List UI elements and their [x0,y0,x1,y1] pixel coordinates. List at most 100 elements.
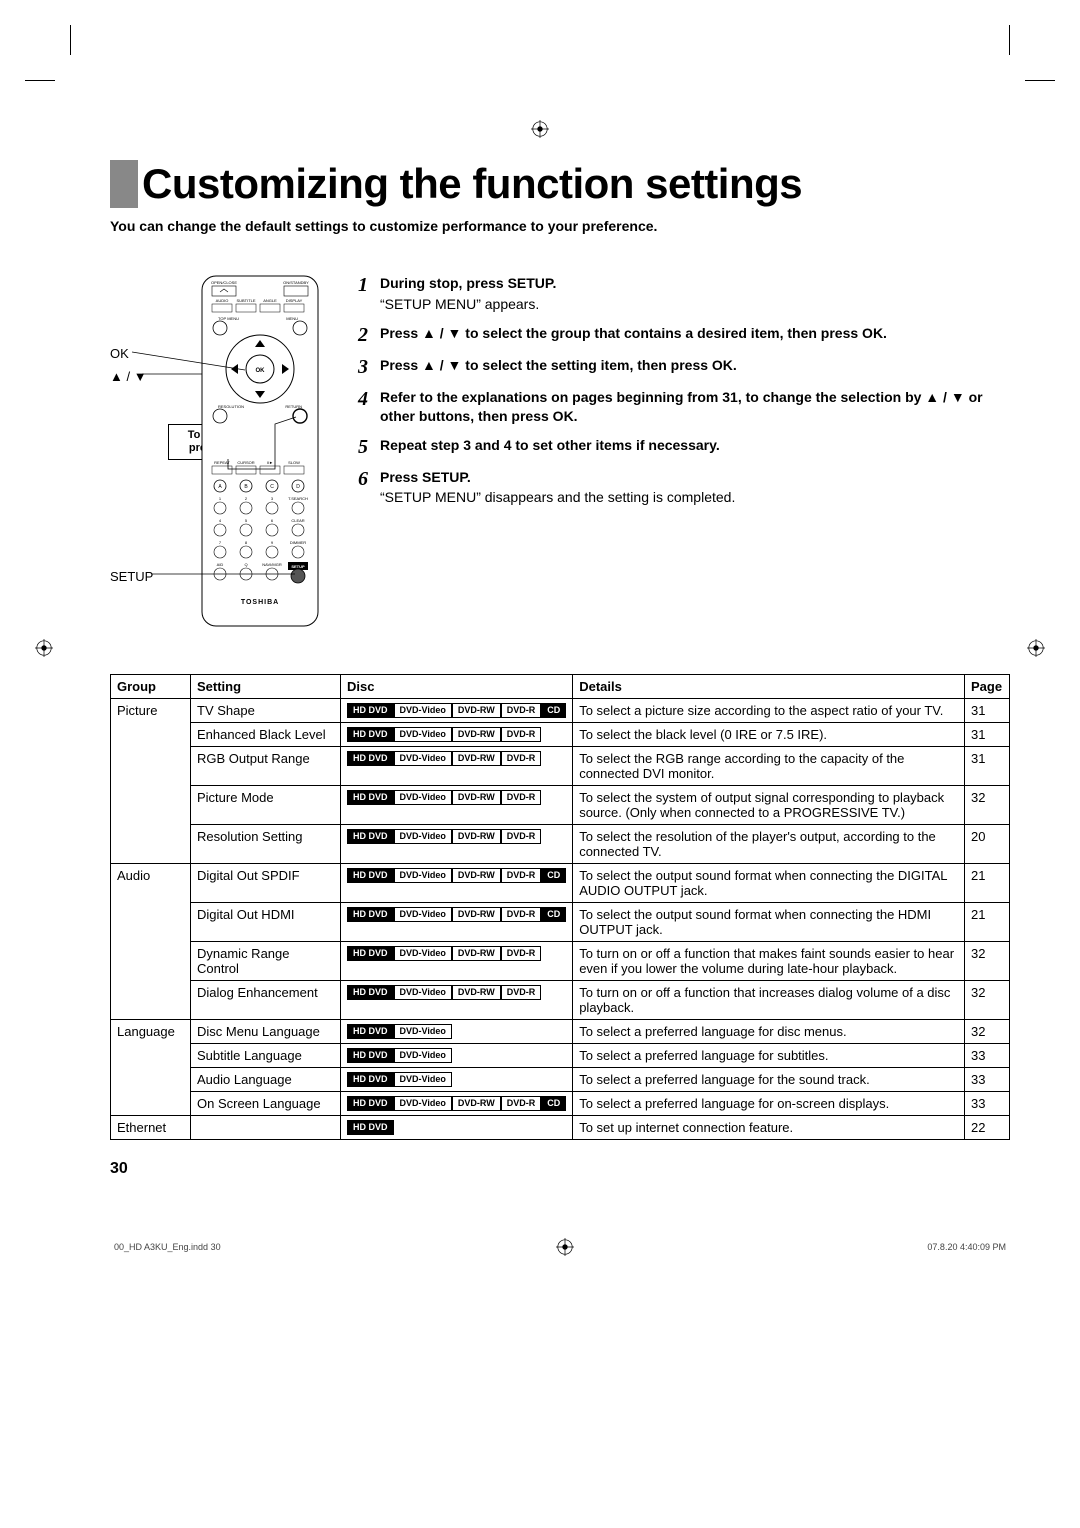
disc-tag-hddvd: HD DVD [347,727,394,742]
disc-tag-hddvd: HD DVD [347,868,394,883]
remote-label-setup: SETUP [110,569,153,584]
cell-disc: HD DVDDVD-VideoDVD-RWDVD-R [341,825,573,864]
step-item: 5 Repeat step 3 and 4 to set other items … [350,436,1010,458]
cell-disc: HD DVDDVD-VideoDVD-RWDVD-RCD [341,903,573,942]
cell-page: 32 [965,1020,1010,1044]
cell-page: 31 [965,699,1010,723]
cell-page: 33 [965,1092,1010,1116]
svg-text:D: D [296,484,300,490]
remote-control-icon: OPEN/CLOSE ON/STANDBY AUDIO SUBTITLE ANG… [200,274,320,634]
cell-page: 32 [965,786,1010,825]
table-row: RGB Output RangeHD DVDDVD-VideoDVD-RWDVD… [111,747,1010,786]
step-head: Repeat step 3 and 4 to set other items i… [380,436,720,455]
disc-tag-dvdvideo: DVD-Video [394,751,452,766]
page-title: Customizing the function settings [110,160,1010,208]
svg-text:Q: Q [244,562,247,567]
print-registration-mark-icon [556,1238,574,1256]
disc-tag-dvdvideo: DVD-Video [394,727,452,742]
step-item: 1During stop, press SETUP.“SETUP MENU” a… [350,274,1010,314]
cell-group: Picture [111,699,191,864]
th-page: Page [965,675,1010,699]
disc-tag-dvdrw: DVD-RW [452,985,501,1000]
step-number: 5 [350,436,368,458]
cell-setting: TV Shape [191,699,341,723]
table-row: Audio LanguageHD DVDDVD-VideoTo select a… [111,1068,1010,1092]
cell-group: Ethernet [111,1116,191,1140]
page-number: 30 [110,1160,1010,1178]
cell-setting: RGB Output Range [191,747,341,786]
disc-tag-hddvd: HD DVD [347,1024,394,1039]
cell-setting: Disc Menu Language [191,1020,341,1044]
svg-text:T.SEARCH: T.SEARCH [288,496,308,501]
cell-page: 32 [965,981,1010,1020]
cell-disc: HD DVDDVD-VideoDVD-RWDVD-R [341,942,573,981]
cell-disc: HD DVDDVD-VideoDVD-RWDVD-R [341,747,573,786]
step-head: Press ▲ / ▼ to select the setting item, … [380,356,737,375]
footer-file: 00_HD A3KU_Eng.indd 30 [114,1242,221,1252]
cell-disc: HD DVDDVD-Video [341,1020,573,1044]
cell-details: To set up internet connection feature. [573,1116,965,1140]
th-setting: Setting [191,675,341,699]
cell-details: To select the output sound format when c… [573,903,965,942]
step-text: Press ▲ / ▼ to select the group that con… [380,324,887,346]
disc-tag-dvdvideo: DVD-Video [394,790,452,805]
step-item: 4Refer to the explanations on pages begi… [350,388,1010,426]
cell-disc: HD DVDDVD-VideoDVD-RWDVD-R [341,786,573,825]
svg-text:SUBTITLE: SUBTITLE [236,298,255,303]
disc-tag-dvdrw: DVD-RW [452,727,501,742]
disc-tag-dvdr: DVD-R [501,829,542,844]
disc-tag-dvdvideo: DVD-Video [394,985,452,1000]
print-registration-mark-icon [1027,639,1045,657]
steps-list: 1During stop, press SETUP.“SETUP MENU” a… [350,274,1010,517]
disc-tag-hddvd: HD DVD [347,751,394,766]
step-item: 6Press SETUP.“SETUP MENU” disappears and… [350,468,1010,508]
manual-page: Customizing the function settings You ca… [0,0,1080,1296]
th-details: Details [573,675,965,699]
step-number: 6 [350,468,368,508]
svg-text:SLOW: SLOW [288,460,300,465]
title-accent-bar [110,160,138,208]
disc-tag-dvdvideo: DVD-Video [394,703,452,718]
disc-tag-dvdvideo: DVD-Video [394,868,452,883]
remote-label-arrows: ▲ / ▼ [110,369,147,384]
svg-text:II►: II► [267,460,273,465]
disc-tag-dvdr: DVD-R [501,790,542,805]
disc-tag-hddvd: HD DVD [347,1048,394,1063]
step-text: During stop, press SETUP.“SETUP MENU” ap… [380,274,556,314]
disc-tag-hddvd: HD DVD [347,907,394,922]
cell-page: 21 [965,903,1010,942]
disc-tag-dvdrw: DVD-RW [452,946,501,961]
cell-details: To select the system of output signal co… [573,786,965,825]
cell-page: 31 [965,723,1010,747]
disc-tag-dvdrw: DVD-RW [452,829,501,844]
cell-page: 31 [965,747,1010,786]
cell-disc: HD DVDDVD-VideoDVD-RWDVD-R [341,981,573,1020]
disc-tag-cd: CD [541,1096,566,1111]
svg-text:MENU: MENU [286,316,298,321]
th-group: Group [111,675,191,699]
table-row: Picture ModeHD DVDDVD-VideoDVD-RWDVD-RTo… [111,786,1010,825]
cell-setting [191,1116,341,1140]
th-disc: Disc [341,675,573,699]
step-body: “SETUP MENU” disappears and the setting … [380,488,735,507]
disc-tag-dvdr: DVD-R [501,751,542,766]
print-footer: 00_HD A3KU_Eng.indd 30 07.8.20 4:40:09 P… [110,1238,1010,1256]
cell-setting: Digital Out HDMI [191,903,341,942]
cell-disc: HD DVDDVD-Video [341,1044,573,1068]
step-head: Press ▲ / ▼ to select the group that con… [380,324,887,343]
svg-text:C: C [270,484,274,490]
disc-tag-dvdr: DVD-R [501,985,542,1000]
disc-tag-hddvd: HD DVD [347,985,394,1000]
cell-setting: Subtitle Language [191,1044,341,1068]
svg-text:RESOLUTION: RESOLUTION [218,404,244,409]
cell-disc: HD DVD [341,1116,573,1140]
svg-text:TOSHIBA: TOSHIBA [241,599,279,606]
cell-details: To turn on or off a function that increa… [573,981,965,1020]
table-row: Resolution SettingHD DVDDVD-VideoDVD-RWD… [111,825,1010,864]
cell-setting: Digital Out SPDIF [191,864,341,903]
disc-tag-dvdr: DVD-R [501,868,542,883]
step-number: 3 [350,356,368,378]
svg-text:AID: AID [217,562,224,567]
disc-tag-dvdrw: DVD-RW [452,1096,501,1111]
disc-tag-dvdvideo: DVD-Video [394,1048,452,1063]
